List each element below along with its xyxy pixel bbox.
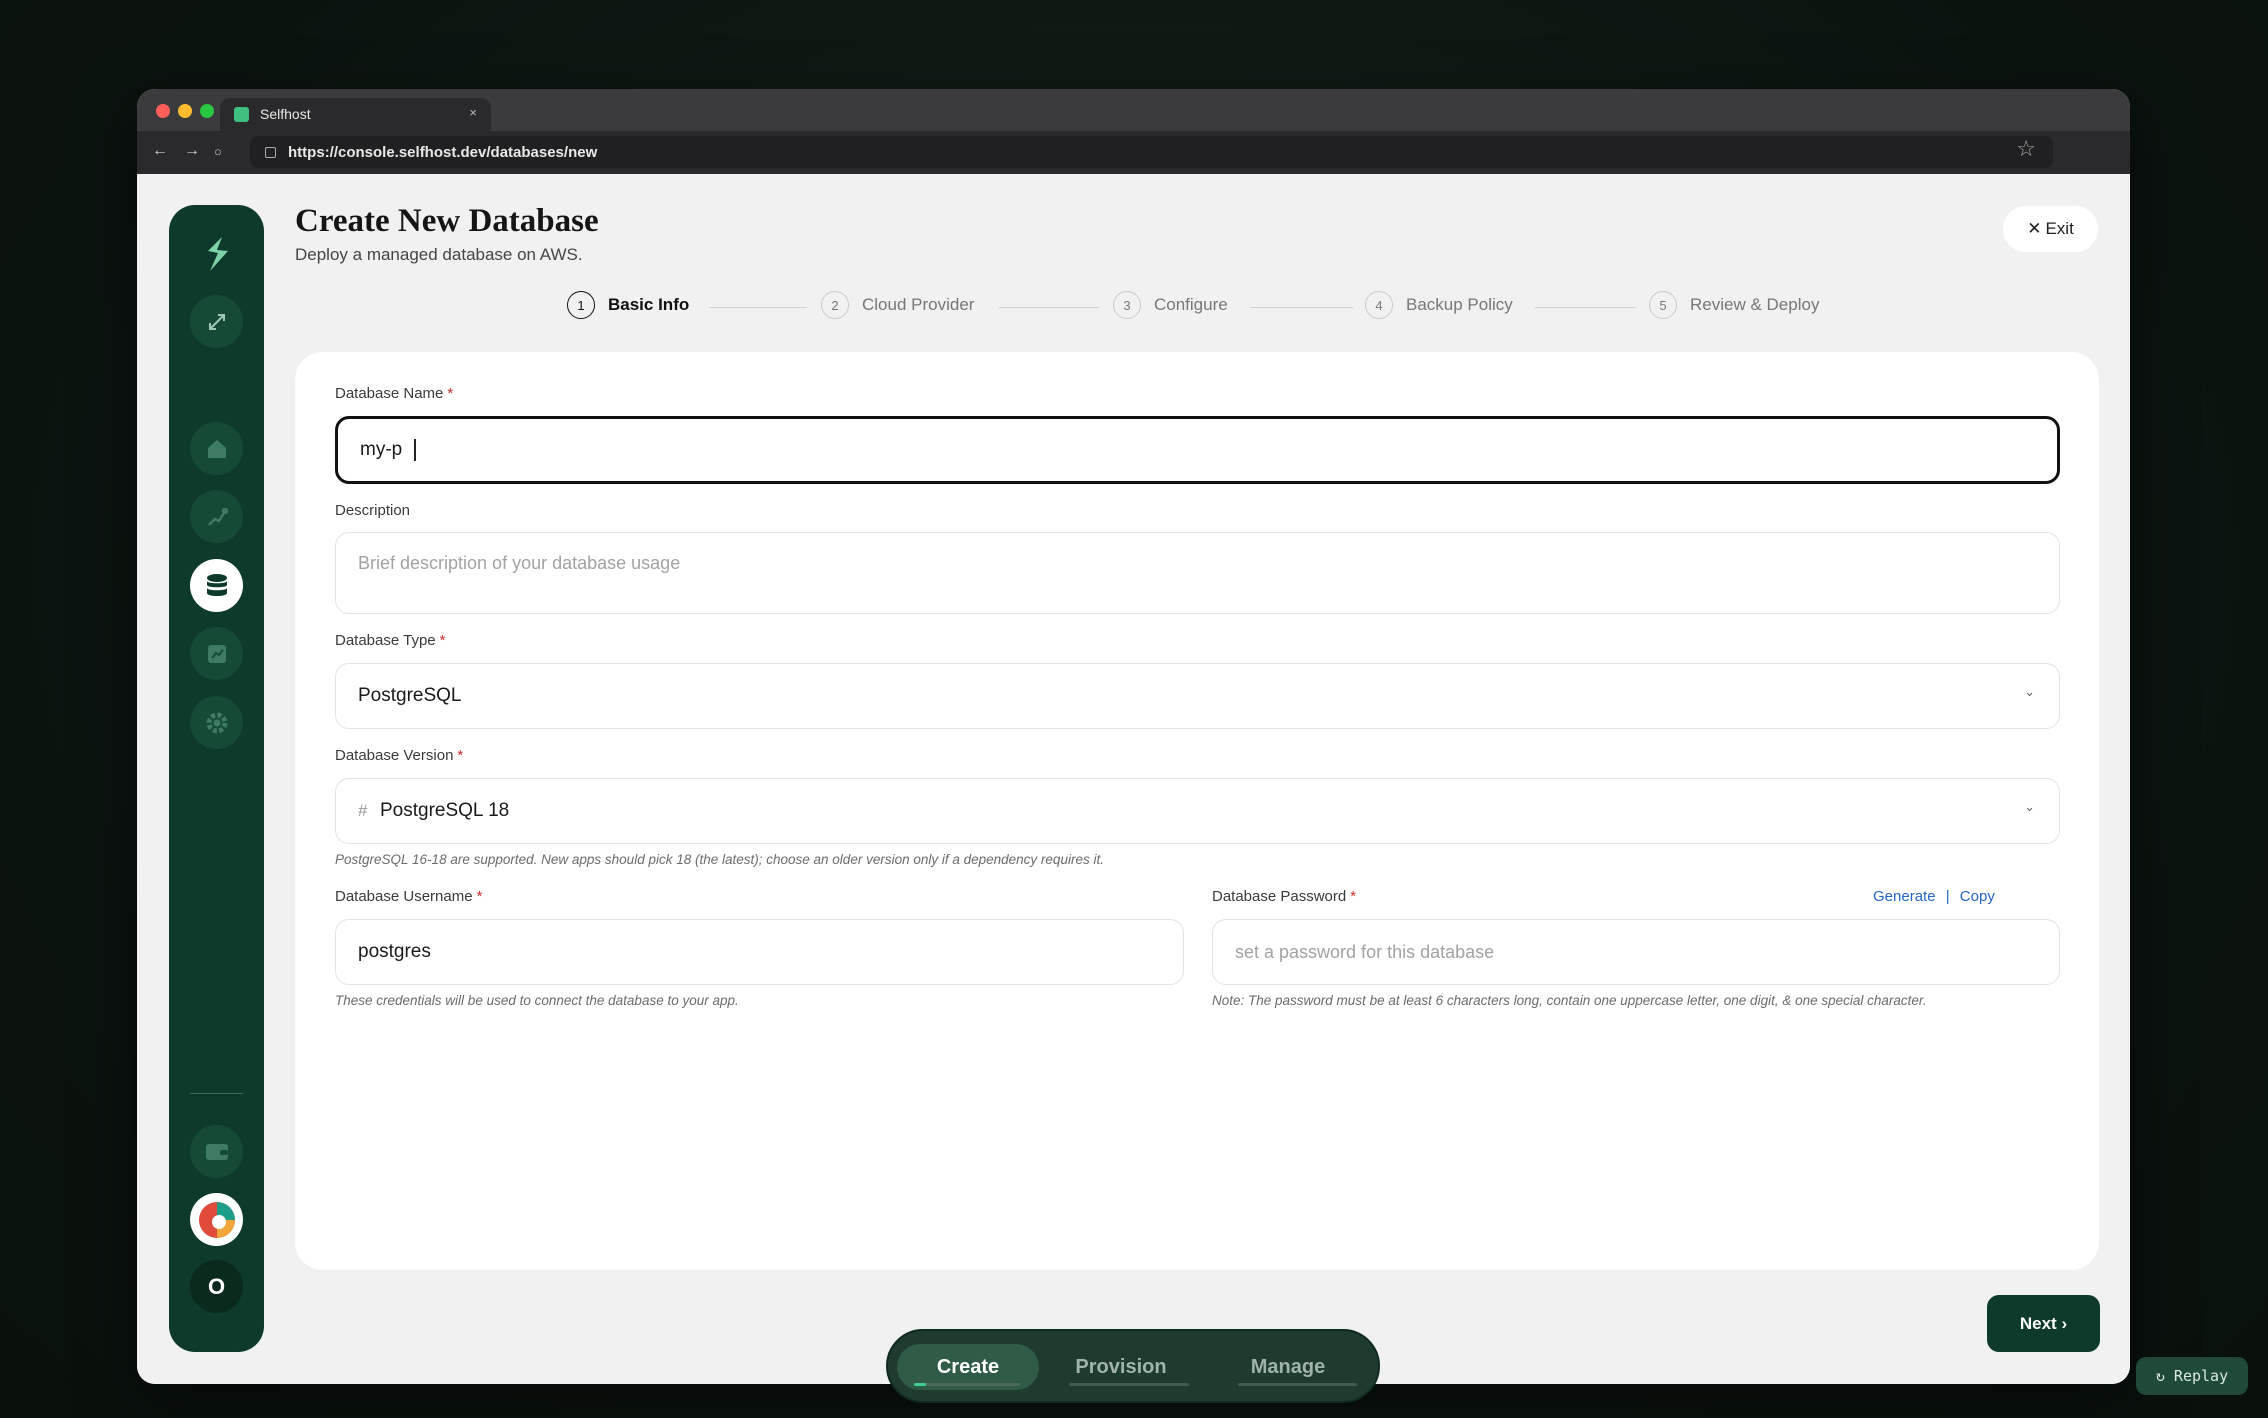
close-icon: ✕ xyxy=(2027,219,2042,238)
bookmark-star-icon[interactable]: ☆ xyxy=(2016,136,2036,162)
app-content: O Create New Database Deploy a managed d… xyxy=(137,174,2130,1384)
step-label: Review & Deploy xyxy=(1690,295,1820,314)
browser-window: Selfhost × ← → ○ https://console.selfhos… xyxy=(137,89,2130,1384)
step-label: Configure xyxy=(1154,295,1228,314)
tab-manage-underline xyxy=(1238,1383,1357,1386)
database-name-label: Database Name * xyxy=(335,385,454,402)
generate-password-link[interactable]: Generate xyxy=(1873,888,1936,905)
settings-gear-icon[interactable] xyxy=(190,696,243,749)
step-connector xyxy=(710,307,807,308)
minimize-window-button[interactable] xyxy=(178,104,192,118)
text-caret xyxy=(414,439,417,461)
favicon-icon xyxy=(234,107,249,122)
user-avatar[interactable]: O xyxy=(190,1260,243,1313)
pipeline-icon[interactable] xyxy=(190,490,243,543)
close-window-button[interactable] xyxy=(156,104,170,118)
reload-icon[interactable]: ○ xyxy=(214,144,222,159)
password-actions: Generate | Copy xyxy=(1873,888,1995,905)
home-icon[interactable] xyxy=(190,422,243,475)
browser-titlebar: Selfhost × xyxy=(137,89,2130,131)
password-hint: Note: The password must be at least 6 ch… xyxy=(1212,993,1927,1008)
description-label: Description xyxy=(335,502,411,519)
database-username-input[interactable]: postgres xyxy=(335,919,1184,985)
tab-title: Selfhost xyxy=(260,106,311,122)
database-version-value: PostgreSQL 18 xyxy=(380,800,510,821)
description-placeholder: Brief description of your database usage xyxy=(358,553,681,573)
step-connector xyxy=(999,307,1099,308)
step-label: Backup Policy xyxy=(1406,295,1513,314)
description-textarea[interactable]: Brief description of your database usage xyxy=(335,532,2060,614)
database-type-select[interactable]: PostgreSQL ⌄ xyxy=(335,663,2060,729)
replay-button[interactable]: ↻ Replay xyxy=(2136,1357,2248,1395)
tab-provision-underline xyxy=(1069,1383,1189,1386)
database-name-value: my-p xyxy=(360,439,417,461)
url-text: https://console.selfhost.dev/databases/n… xyxy=(288,144,598,161)
sidebar: O xyxy=(169,205,264,1352)
step-backup-policy[interactable]: 4 Backup Policy xyxy=(1365,291,1513,319)
site-info-icon[interactable] xyxy=(265,147,276,158)
url-input[interactable]: https://console.selfhost.dev/databases/n… xyxy=(250,136,2053,168)
credentials-hint: These credentials will be used to connec… xyxy=(335,993,739,1008)
tab-close-icon[interactable]: × xyxy=(469,105,477,120)
step-connector xyxy=(1535,307,1636,308)
database-password-input[interactable]: set a password for this database xyxy=(1212,919,2060,985)
chevron-down-icon: ⌄ xyxy=(2024,799,2035,814)
step-number: 5 xyxy=(1649,291,1677,319)
exit-button[interactable]: ✕ Exit xyxy=(2003,206,2098,252)
tab-create-underline xyxy=(914,1383,1020,1386)
expand-icon[interactable] xyxy=(190,295,243,348)
database-icon[interactable] xyxy=(190,559,243,612)
app-logo-icon[interactable] xyxy=(190,227,243,280)
database-username-value: postgres xyxy=(358,941,431,962)
step-number: 1 xyxy=(567,291,595,319)
database-type-label: Database Type * xyxy=(335,632,446,649)
copy-password-link[interactable]: Copy xyxy=(1960,888,1995,905)
step-basic-info[interactable]: 1 Basic Info xyxy=(567,291,689,319)
address-bar: ← → ○ https://console.selfhost.dev/datab… xyxy=(137,131,2130,174)
form-card: Database Name * my-p Description Brief de… xyxy=(295,352,2099,1270)
step-review-deploy[interactable]: 5 Review & Deploy xyxy=(1649,291,1819,319)
tab-create-progress xyxy=(914,1383,926,1386)
step-number: 2 xyxy=(821,291,849,319)
database-type-value: PostgreSQL xyxy=(358,685,462,706)
bottom-nav: Create Provision Manage xyxy=(886,1329,1380,1403)
next-button[interactable]: Next › xyxy=(1987,1295,2100,1352)
step-label: Basic Info xyxy=(608,295,690,314)
page-subtitle: Deploy a managed database on AWS. xyxy=(295,245,583,264)
step-connector xyxy=(1250,307,1353,308)
chevron-down-icon: ⌄ xyxy=(2024,684,2035,699)
step-label: Cloud Provider xyxy=(862,295,975,314)
database-username-label: Database Username * xyxy=(335,888,483,905)
step-configure[interactable]: 3 Configure xyxy=(1113,291,1228,319)
maximize-window-button[interactable] xyxy=(200,104,214,118)
database-version-select[interactable]: # PostgreSQL 18 ⌄ xyxy=(335,778,2060,844)
workspace-avatar[interactable] xyxy=(190,1193,243,1246)
analytics-icon[interactable] xyxy=(190,627,243,680)
exit-label: Exit xyxy=(2045,219,2074,238)
step-cloud-provider[interactable]: 2 Cloud Provider xyxy=(821,291,974,319)
forward-icon[interactable]: → xyxy=(184,142,200,160)
step-number: 4 xyxy=(1365,291,1393,319)
database-name-input[interactable]: my-p xyxy=(335,416,2060,484)
database-version-label: Database Version * xyxy=(335,747,464,764)
hash-icon: # xyxy=(358,801,368,820)
page-title: Create New Database xyxy=(295,203,599,239)
step-number: 3 xyxy=(1113,291,1141,319)
sidebar-divider xyxy=(190,1093,243,1094)
wallet-icon[interactable] xyxy=(190,1125,243,1178)
password-placeholder: set a password for this database xyxy=(1235,942,1495,962)
back-icon[interactable]: ← xyxy=(152,142,168,160)
version-hint: PostgreSQL 16-18 are supported. New apps… xyxy=(335,852,1104,867)
database-password-label: Database Password * xyxy=(1212,888,1357,905)
link-separator: | xyxy=(1945,888,1950,905)
browser-tab[interactable]: Selfhost × xyxy=(220,98,491,131)
